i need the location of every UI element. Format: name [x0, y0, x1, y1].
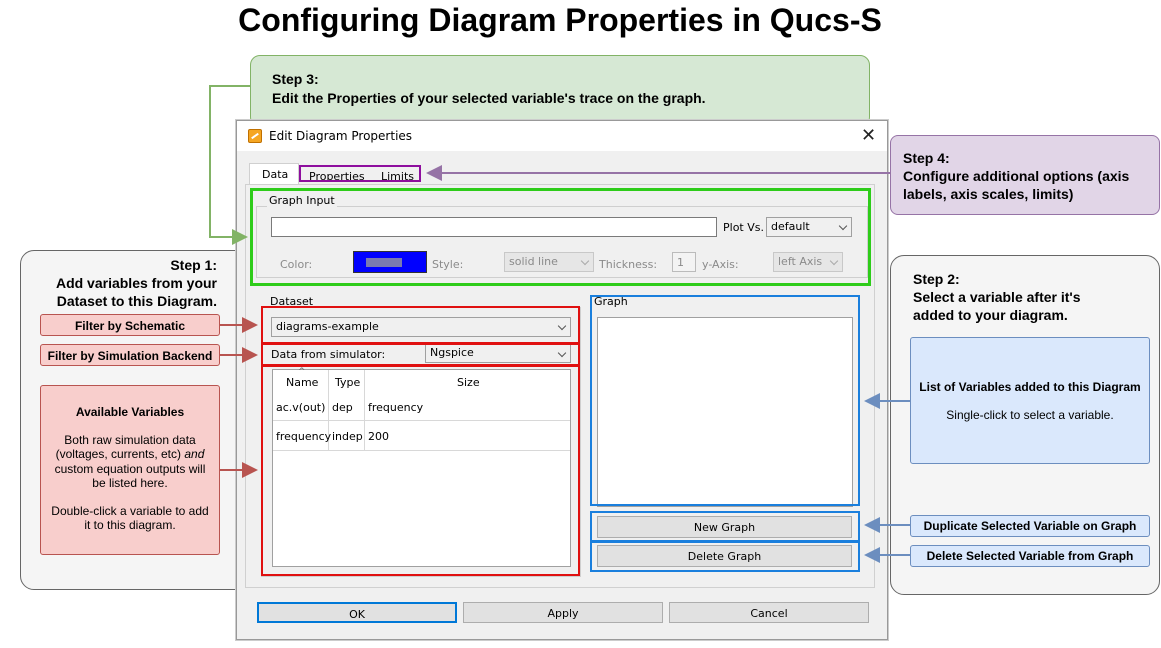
step3-arrow — [209, 85, 250, 245]
connector-arrows — [209, 85, 910, 563]
